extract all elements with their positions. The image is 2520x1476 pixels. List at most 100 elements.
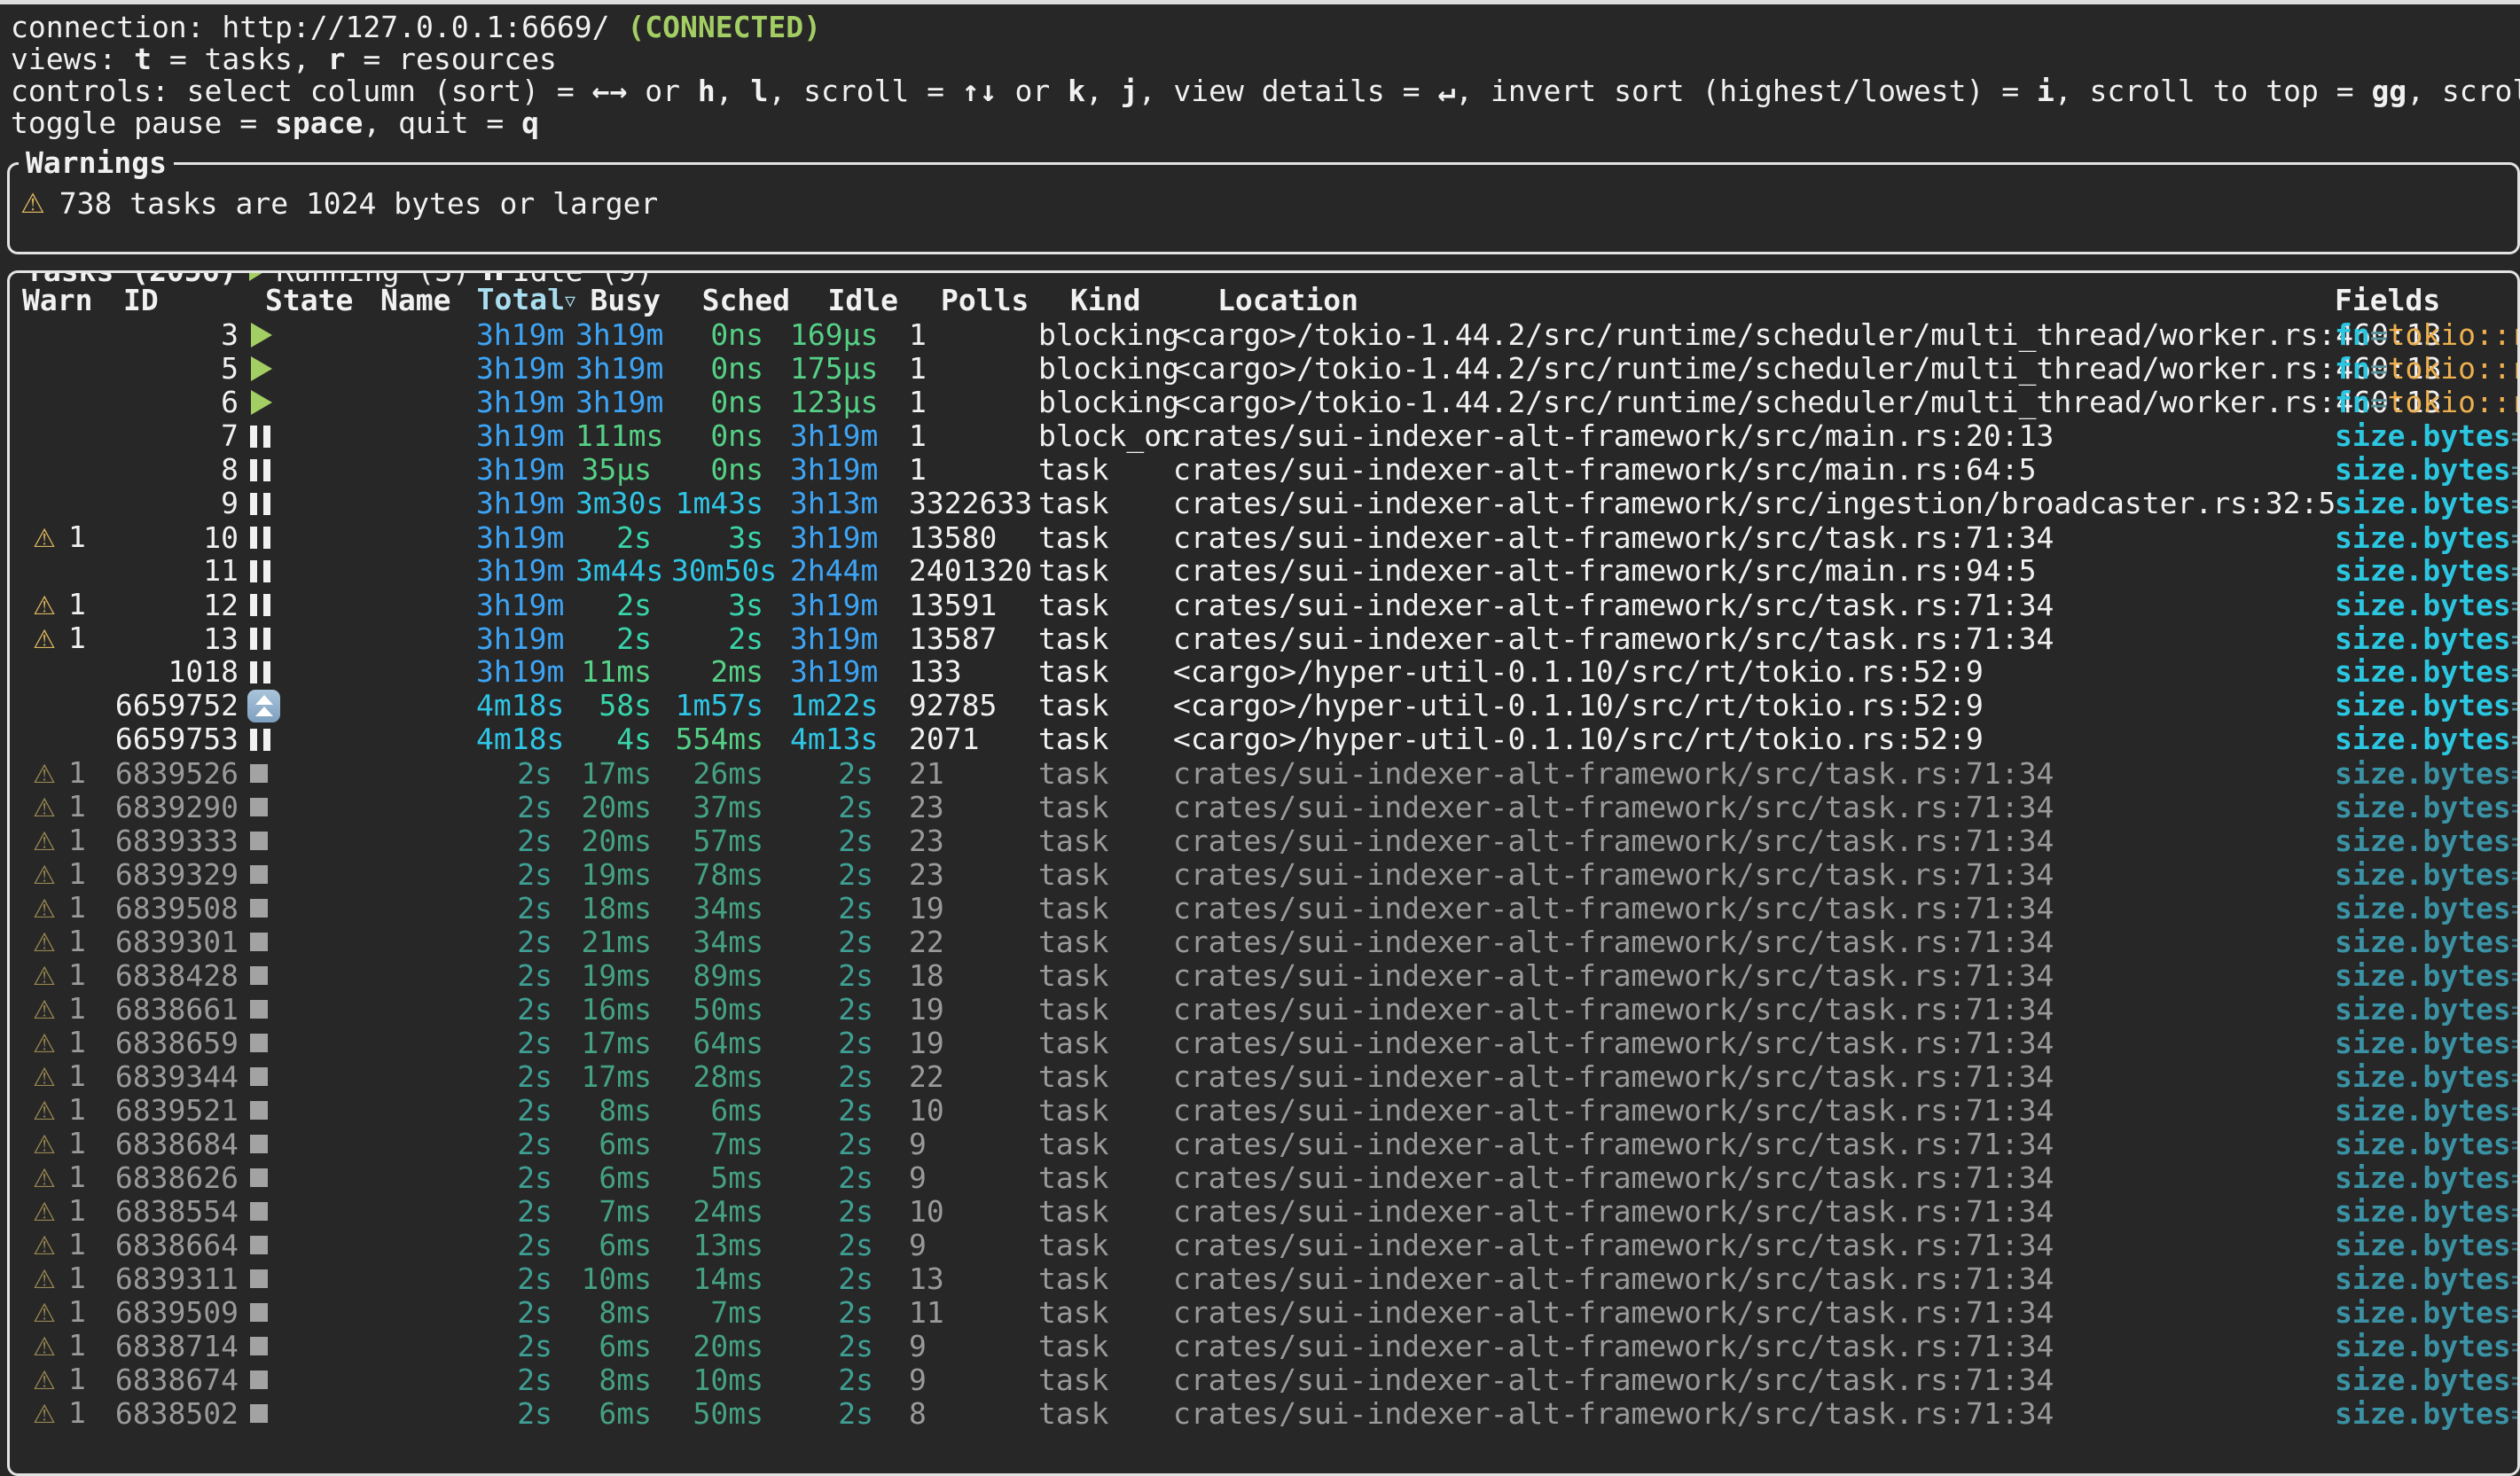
task-row[interactable]: ⚠168384282s19ms89ms2s18taskcrates/sui-in… xyxy=(22,958,2517,992)
cell-polls: 13587 xyxy=(905,622,1038,656)
task-row[interactable]: ⚠168393442s17ms28ms2s22taskcrates/sui-in… xyxy=(22,1059,2517,1093)
text-segment: toggle pause = xyxy=(11,107,275,139)
col-header-fields[interactable]: Fields xyxy=(2335,283,2517,318)
cell-sched: 50ms xyxy=(671,1397,790,1431)
state-completed-icon xyxy=(250,1404,268,1423)
warning-count: 1 xyxy=(68,823,86,857)
cell-busy: 2s xyxy=(575,521,671,555)
task-row[interactable]: ⚠168386642s6ms13ms2s9taskcrates/sui-inde… xyxy=(22,1228,2517,1261)
cell-fields: size.bytes= xyxy=(2335,858,2517,892)
warning-triangle-icon: ⚠ xyxy=(33,961,56,991)
cell-location: crates/sui-indexer-alt-framework/src/tas… xyxy=(1173,824,2335,858)
cell-kind: task xyxy=(1038,1027,1173,1060)
col-header-polls[interactable]: Polls xyxy=(905,283,1038,318)
cell-sched: 50ms xyxy=(671,993,790,1027)
text-segment: l xyxy=(751,75,769,107)
task-row[interactable]: ⚠168392902s20ms37ms2s23taskcrates/sui-in… xyxy=(22,790,2517,824)
task-row[interactable]: ⚠168393112s10ms14ms2s13taskcrates/sui-in… xyxy=(22,1261,2517,1295)
warning-count: 1 xyxy=(68,1395,86,1430)
cell-busy: 3m44s xyxy=(575,554,671,588)
state-completed-icon xyxy=(250,1269,268,1288)
warning-count: 1 xyxy=(68,587,86,621)
cell-polls: 9 xyxy=(905,1229,1038,1262)
field-key: size.bytes xyxy=(2335,1262,2511,1296)
task-row[interactable]: ⚠168395082s18ms34ms2s19taskcrates/sui-in… xyxy=(22,891,2517,925)
connection-line: connection: http://127.0.0.1:6669/ (CONN… xyxy=(11,12,2520,43)
cell-location: crates/sui-indexer-alt-framework/src/tas… xyxy=(1173,892,2335,925)
task-row[interactable]: 63h19m3h19m0ns123µs1blocking<cargo>/toki… xyxy=(22,386,2517,419)
cell-sched: 0ns xyxy=(671,318,790,352)
warning-triangle-icon: ⚠ xyxy=(33,995,56,1025)
cell-fields: size.bytes= xyxy=(2335,1330,2517,1363)
state-idle-icon xyxy=(250,560,270,582)
task-row[interactable]: ⚠168386262s6ms5ms2s9taskcrates/sui-index… xyxy=(22,1160,2517,1194)
task-row[interactable]: 73h19m111ms0ns3h19m1block_oncrates/sui-i… xyxy=(22,419,2517,453)
col-header-location[interactable]: Location xyxy=(1173,283,2335,318)
task-row[interactable]: 10183h19m11ms2ms3h19m133task<cargo>/hype… xyxy=(22,655,2517,689)
cell-kind: task xyxy=(1038,453,1173,487)
field-key: size.bytes xyxy=(2335,722,2511,756)
task-row[interactable]: ⚠168393332s20ms57ms2s23taskcrates/sui-in… xyxy=(22,824,2517,857)
task-row[interactable]: 33h19m3h19m0ns169µs1blocking<cargo>/toki… xyxy=(22,318,2517,352)
cell-total: 3h19m xyxy=(476,589,575,622)
cell-location: <cargo>/tokio-1.44.2/src/runtime/schedul… xyxy=(1173,352,2335,386)
task-row[interactable]: 113h19m3m44s30m50s2h44m2401320taskcrates… xyxy=(22,554,2517,588)
cell-location: crates/sui-indexer-alt-framework/src/tas… xyxy=(1173,1094,2335,1128)
cell-state xyxy=(239,791,372,824)
cell-total: 3h19m xyxy=(476,622,575,656)
task-row[interactable]: ⚠168393292s19ms78ms2s23taskcrates/sui-in… xyxy=(22,857,2517,891)
task-row[interactable]: ⚠168386742s8ms10ms2s9taskcrates/sui-inde… xyxy=(22,1363,2517,1396)
col-header-sched[interactable]: Sched xyxy=(671,283,790,318)
cell-polls: 9 xyxy=(905,1330,1038,1363)
cell-sched: 37ms xyxy=(671,791,790,824)
cell-state xyxy=(239,722,372,756)
cell-location: crates/sui-indexer-alt-framework/src/tas… xyxy=(1173,757,2335,791)
cell-kind: task xyxy=(1038,1363,1173,1397)
cell-kind: task xyxy=(1038,589,1173,622)
cell-location: crates/sui-indexer-alt-framework/src/tas… xyxy=(1173,1128,2335,1161)
cell-sched: 5ms xyxy=(671,1161,790,1195)
task-row[interactable]: ⚠168393012s21ms34ms2s22taskcrates/sui-in… xyxy=(22,925,2517,958)
state-completed-icon xyxy=(250,865,268,884)
field-value: tokio::r xyxy=(2388,318,2517,352)
task-row[interactable]: 53h19m3h19m0ns175µs1blocking<cargo>/toki… xyxy=(22,352,2517,386)
task-row[interactable]: 93h19m3m30s1m43s3h13m3322633taskcrates/s… xyxy=(22,487,2517,520)
col-header-idle[interactable]: Idle xyxy=(790,283,905,318)
cell-location: crates/sui-indexer-alt-framework/src/mai… xyxy=(1173,554,2335,588)
task-row[interactable]: ⚠1123h19m2s3s3h19m13591taskcrates/sui-in… xyxy=(22,588,2517,621)
task-row[interactable]: ⚠168395092s8ms7ms2s11taskcrates/sui-inde… xyxy=(22,1295,2517,1329)
task-row[interactable]: ⚠168395212s8ms6ms2s10taskcrates/sui-inde… xyxy=(22,1093,2517,1127)
task-row[interactable]: ⚠168387142s6ms20ms2s9taskcrates/sui-inde… xyxy=(22,1329,2517,1363)
task-row[interactable]: ⚠168386592s17ms64ms2s19taskcrates/sui-in… xyxy=(22,1026,2517,1059)
task-row[interactable]: 66597534m18s4s554ms4m13s2071task<cargo>/… xyxy=(22,722,2517,756)
task-row[interactable]: ⚠168395262s17ms26ms2s21taskcrates/sui-in… xyxy=(22,756,2517,790)
warning-count: 1 xyxy=(68,957,86,992)
task-row[interactable]: ⚠1103h19m2s3s3h19m13580taskcrates/sui-in… xyxy=(22,520,2517,554)
task-row[interactable]: ⚠168385022s6ms50ms2s8taskcrates/sui-inde… xyxy=(22,1396,2517,1430)
cell-state xyxy=(239,1060,372,1094)
cell-location: crates/sui-indexer-alt-framework/src/tas… xyxy=(1173,993,2335,1027)
col-header-label: Sched xyxy=(702,283,790,317)
task-row[interactable]: ⚠168386842s6ms7ms2s9taskcrates/sui-index… xyxy=(22,1127,2517,1160)
field-key: size.bytes xyxy=(2335,589,2511,622)
task-row[interactable]: 66597524m18s58s1m57s1m22s92785task<cargo… xyxy=(22,689,2517,722)
text-segment: i xyxy=(2037,75,2054,107)
task-row[interactable]: ⚠168385542s7ms24ms2s10taskcrates/sui-ind… xyxy=(22,1194,2517,1228)
cell-sched: 30m50s xyxy=(671,554,790,588)
field-equals: = xyxy=(2511,1296,2517,1330)
cell-busy: 6ms xyxy=(575,1397,671,1431)
cell-idle: 2s xyxy=(790,1060,905,1094)
running-icon xyxy=(249,270,265,281)
field-key: size.bytes xyxy=(2335,554,2511,588)
warning-count: 1 xyxy=(68,789,86,824)
task-row[interactable]: 83h19m35µs0ns3h19m1taskcrates/sui-indexe… xyxy=(22,453,2517,487)
field-equals: = xyxy=(2511,892,2517,925)
cell-fields: size.bytes= xyxy=(2335,453,2517,487)
field-key: size.bytes xyxy=(2335,622,2511,656)
col-header-kind[interactable]: Kind xyxy=(1038,283,1173,318)
cell-polls: 21 xyxy=(905,757,1038,791)
task-row[interactable]: ⚠168386612s16ms50ms2s19taskcrates/sui-in… xyxy=(22,992,2517,1026)
text-segment: , xyxy=(716,75,751,107)
task-row[interactable]: ⚠1133h19m2s2s3h19m13587taskcrates/sui-in… xyxy=(22,621,2517,655)
cell-idle: 2s xyxy=(790,1195,905,1229)
